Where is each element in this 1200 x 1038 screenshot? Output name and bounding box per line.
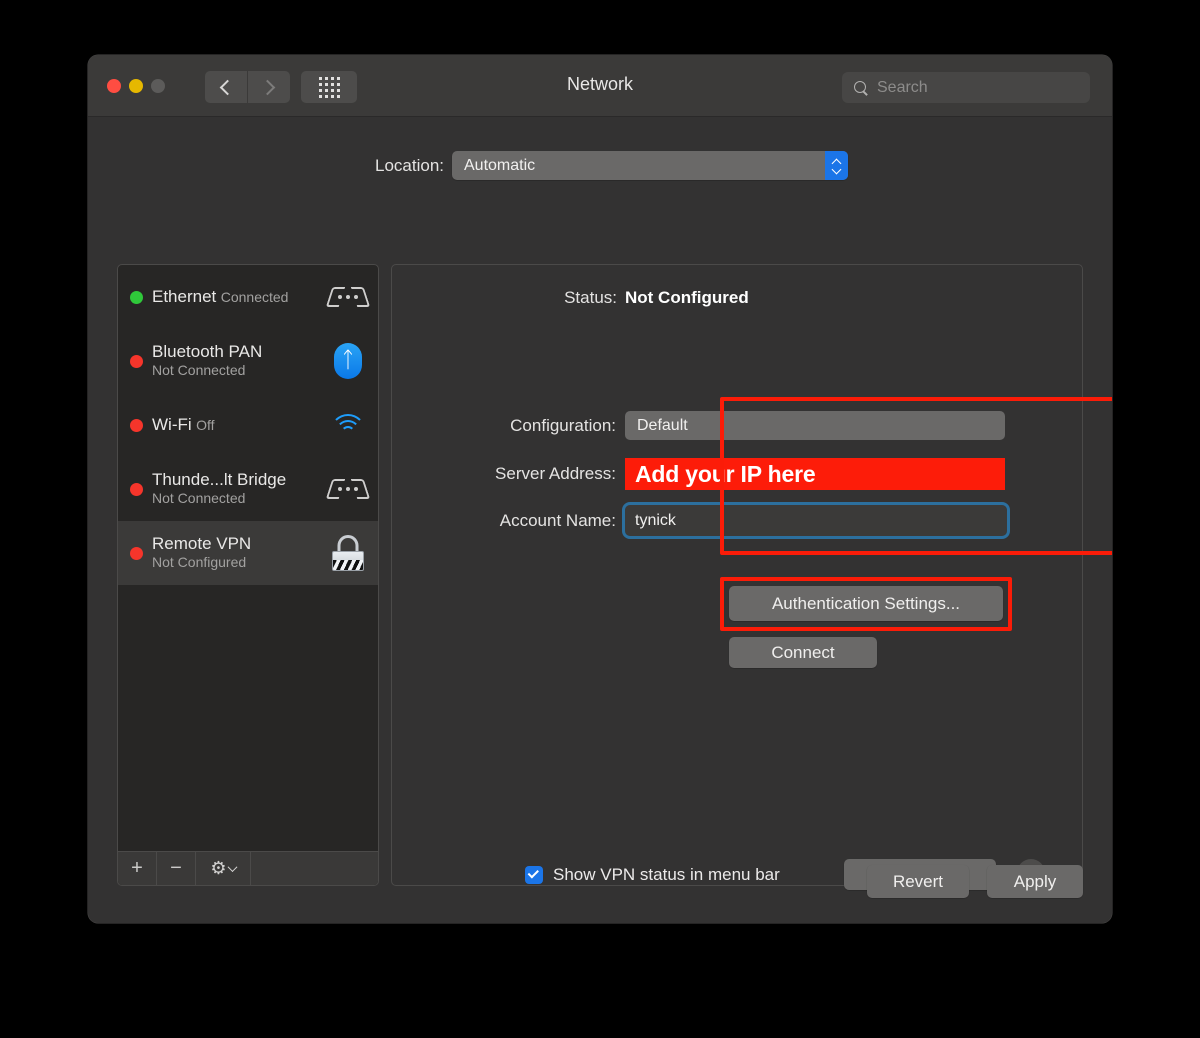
status-value: Not Configured: [625, 288, 749, 307]
window-footer-buttons: Revert Apply: [867, 865, 1083, 898]
vpn-settings-panel: Status: Not Configured Configuration: De…: [391, 264, 1112, 890]
service-status: Not Configured: [152, 554, 247, 570]
status-label: Status:: [564, 288, 617, 307]
account-name-input[interactable]: tynick: [622, 502, 1010, 539]
sidebar-footer-toolbar: + − ⚙: [118, 851, 378, 885]
sidebar-item-ethernet[interactable]: Ethernet Connected: [118, 265, 378, 329]
ethernet-icon: [325, 277, 371, 317]
status-dot: [130, 290, 143, 304]
gear-icon: ⚙: [210, 858, 227, 879]
location-label: Location:: [375, 155, 444, 175]
bluetooth-icon: ᛏ: [328, 341, 368, 381]
show-vpn-status-label: Show VPN status in menu bar: [553, 865, 780, 884]
status-dot: [130, 418, 143, 432]
window-titlebar: Network Search: [88, 55, 1112, 117]
status-dot: [130, 546, 143, 560]
connect-button[interactable]: Connect: [729, 637, 877, 668]
show-vpn-status-checkbox[interactable]: [525, 866, 543, 884]
status-dot: [130, 354, 143, 368]
add-service-button[interactable]: +: [118, 852, 157, 885]
revert-button[interactable]: Revert: [867, 865, 969, 898]
service-status: Off: [196, 417, 215, 433]
location-value: Automatic: [464, 156, 536, 174]
authentication-settings-button[interactable]: Authentication Settings...: [729, 586, 1003, 621]
status-row: Status: Not Configured: [392, 288, 1082, 308]
remove-service-button[interactable]: −: [157, 852, 196, 885]
search-field[interactable]: Search: [842, 72, 1090, 103]
thunderbolt-bridge-icon: [325, 469, 371, 509]
sidebar-footer-spacer: [251, 852, 378, 885]
sidebar-item-remote-vpn[interactable]: Remote VPN Not Configured: [118, 521, 378, 585]
service-name: Ethernet: [152, 287, 217, 306]
show-vpn-status-checkbox-row[interactable]: Show VPN status in menu bar: [525, 865, 780, 885]
account-name-row: Account Name: tynick: [392, 502, 1082, 539]
vpn-lock-icon: [328, 533, 368, 573]
service-name: Remote VPN: [152, 534, 252, 553]
configuration-select[interactable]: Default: [625, 411, 1005, 440]
service-status: Not Connected: [152, 362, 246, 378]
server-address-row: Server Address: Add your IP here: [392, 458, 1082, 490]
server-address-label: Server Address:: [495, 464, 616, 483]
server-address-annotation-banner: Add your IP here: [625, 458, 1005, 490]
wifi-icon: [328, 405, 368, 445]
sidebar-item-thunderbolt-bridge[interactable]: Thunde...lt Bridge Not Connected: [118, 457, 378, 521]
service-actions-button[interactable]: ⚙: [196, 852, 251, 885]
service-name: Wi-Fi: [152, 415, 192, 434]
account-name-value: tynick: [635, 511, 676, 529]
apply-button[interactable]: Apply: [987, 865, 1083, 898]
network-services-list: Ethernet Connected Bluetooth PAN Not Con…: [118, 265, 378, 851]
service-status: Connected: [220, 289, 289, 305]
network-preferences-window: Network Search Location: Automatic Ether…: [88, 55, 1112, 923]
chevron-down-icon: [227, 862, 238, 873]
configuration-row: Configuration: Default: [392, 411, 1082, 440]
service-name: Bluetooth PAN: [152, 342, 263, 361]
service-status: Not Connected: [152, 490, 246, 506]
chevron-up-icon: [832, 159, 841, 164]
location-select[interactable]: Automatic: [452, 151, 848, 180]
configuration-label: Configuration:: [510, 415, 616, 435]
sidebar-item-wifi[interactable]: Wi-Fi Off: [118, 393, 378, 457]
search-icon: [854, 80, 868, 95]
account-name-label: Account Name:: [499, 510, 616, 530]
sidebar-item-bluetooth-pan[interactable]: Bluetooth PAN Not Connected ᛏ: [118, 329, 378, 393]
network-services-sidebar: Ethernet Connected Bluetooth PAN Not Con…: [117, 264, 379, 886]
location-row: Location: Automatic: [88, 151, 1112, 180]
configuration-value: Default: [637, 416, 688, 434]
location-stepper-icon[interactable]: [825, 151, 848, 180]
service-name: Thunde...lt Bridge: [152, 470, 287, 489]
search-placeholder: Search: [877, 78, 928, 96]
checkmark-icon: [527, 867, 539, 879]
chevron-down-icon: [832, 167, 841, 172]
status-dot: [130, 482, 143, 496]
